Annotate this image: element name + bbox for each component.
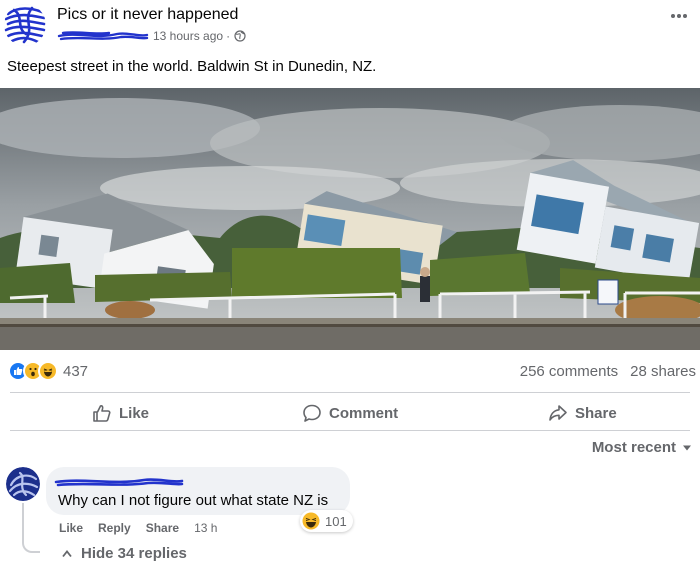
share-label: Share xyxy=(575,404,617,422)
comment-button[interactable]: Comment xyxy=(302,401,398,425)
baldwin-street-photo xyxy=(0,88,700,350)
comment-reaction-badge[interactable]: 101 xyxy=(300,510,353,532)
caret-down-icon xyxy=(683,445,691,450)
divider xyxy=(10,430,690,431)
reaction-count[interactable]: 437 xyxy=(63,363,88,380)
comment-text: Why can I not figure out what state NZ i… xyxy=(58,492,329,509)
haha-reaction-icon xyxy=(38,361,58,381)
thumbs-up-icon xyxy=(93,405,111,422)
scribble-redaction-icon xyxy=(4,4,46,46)
sort-label: Most recent xyxy=(591,439,676,456)
name-redaction-icon xyxy=(57,31,149,41)
commenter-name-redaction-icon xyxy=(54,478,184,487)
meta-separator: · xyxy=(226,29,231,43)
divider xyxy=(10,392,690,393)
globe-icon xyxy=(234,30,246,42)
share-button[interactable]: Share xyxy=(548,401,617,425)
avatar-redaction-icon xyxy=(6,467,40,501)
like-label: Like xyxy=(119,404,150,422)
like-button[interactable]: Like xyxy=(92,401,149,425)
comment-time[interactable]: 13 h xyxy=(194,521,217,535)
haha-reaction-icon xyxy=(302,512,320,530)
hide-replies-button[interactable]: Hide 34 replies xyxy=(62,545,187,562)
post-action-bar: Like Comment Share xyxy=(0,398,700,428)
more-dots-icon xyxy=(671,14,687,18)
post-photo[interactable] xyxy=(0,88,700,350)
comment-reaction-count: 101 xyxy=(325,513,347,529)
reactions-summary: 437 256 comments 28 shares xyxy=(8,360,696,382)
page-name[interactable]: Pics or it never happened xyxy=(57,6,238,24)
chevron-up-icon xyxy=(62,549,72,557)
comment-sort-dropdown[interactable]: Most recent xyxy=(592,439,692,456)
page-avatar[interactable] xyxy=(4,4,46,46)
comments-count[interactable]: 256 comments xyxy=(520,363,618,380)
comment-share-link[interactable]: Share xyxy=(146,521,179,535)
comment-actions: Like Reply Share 13 h xyxy=(59,521,217,535)
hide-replies-label: Hide 34 replies xyxy=(81,545,187,562)
post-time[interactable]: 13 hours ago xyxy=(153,29,223,43)
comment-bubble-icon xyxy=(303,404,321,422)
comment-like-link[interactable]: Like xyxy=(59,521,83,535)
share-arrow-icon xyxy=(549,405,567,421)
shares-count[interactable]: 28 shares xyxy=(630,363,696,380)
commenter-avatar[interactable] xyxy=(6,467,40,501)
comment-reply-link[interactable]: Reply xyxy=(98,521,131,535)
reaction-icons[interactable] xyxy=(8,361,58,381)
comment-label: Comment xyxy=(329,404,399,422)
post-meta: 13 hours ago · xyxy=(57,28,246,44)
post-text: Steepest street in the world. Baldwin St… xyxy=(7,58,377,75)
more-options-button[interactable] xyxy=(670,6,688,24)
reply-thread-line xyxy=(22,503,40,553)
comment-bubble: Why can I not figure out what state NZ i… xyxy=(46,467,350,515)
